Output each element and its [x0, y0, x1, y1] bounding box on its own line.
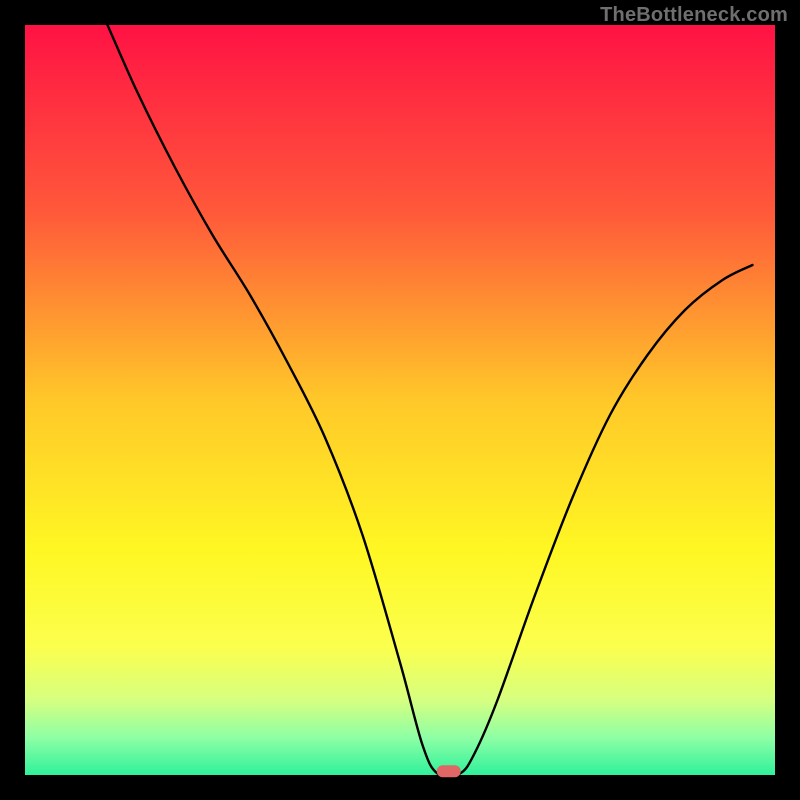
chart-container: TheBottleneck.com: [0, 0, 800, 800]
watermark-text: TheBottleneck.com: [600, 4, 788, 27]
optimum-marker: [437, 765, 461, 777]
bottleneck-chart: [0, 0, 800, 800]
